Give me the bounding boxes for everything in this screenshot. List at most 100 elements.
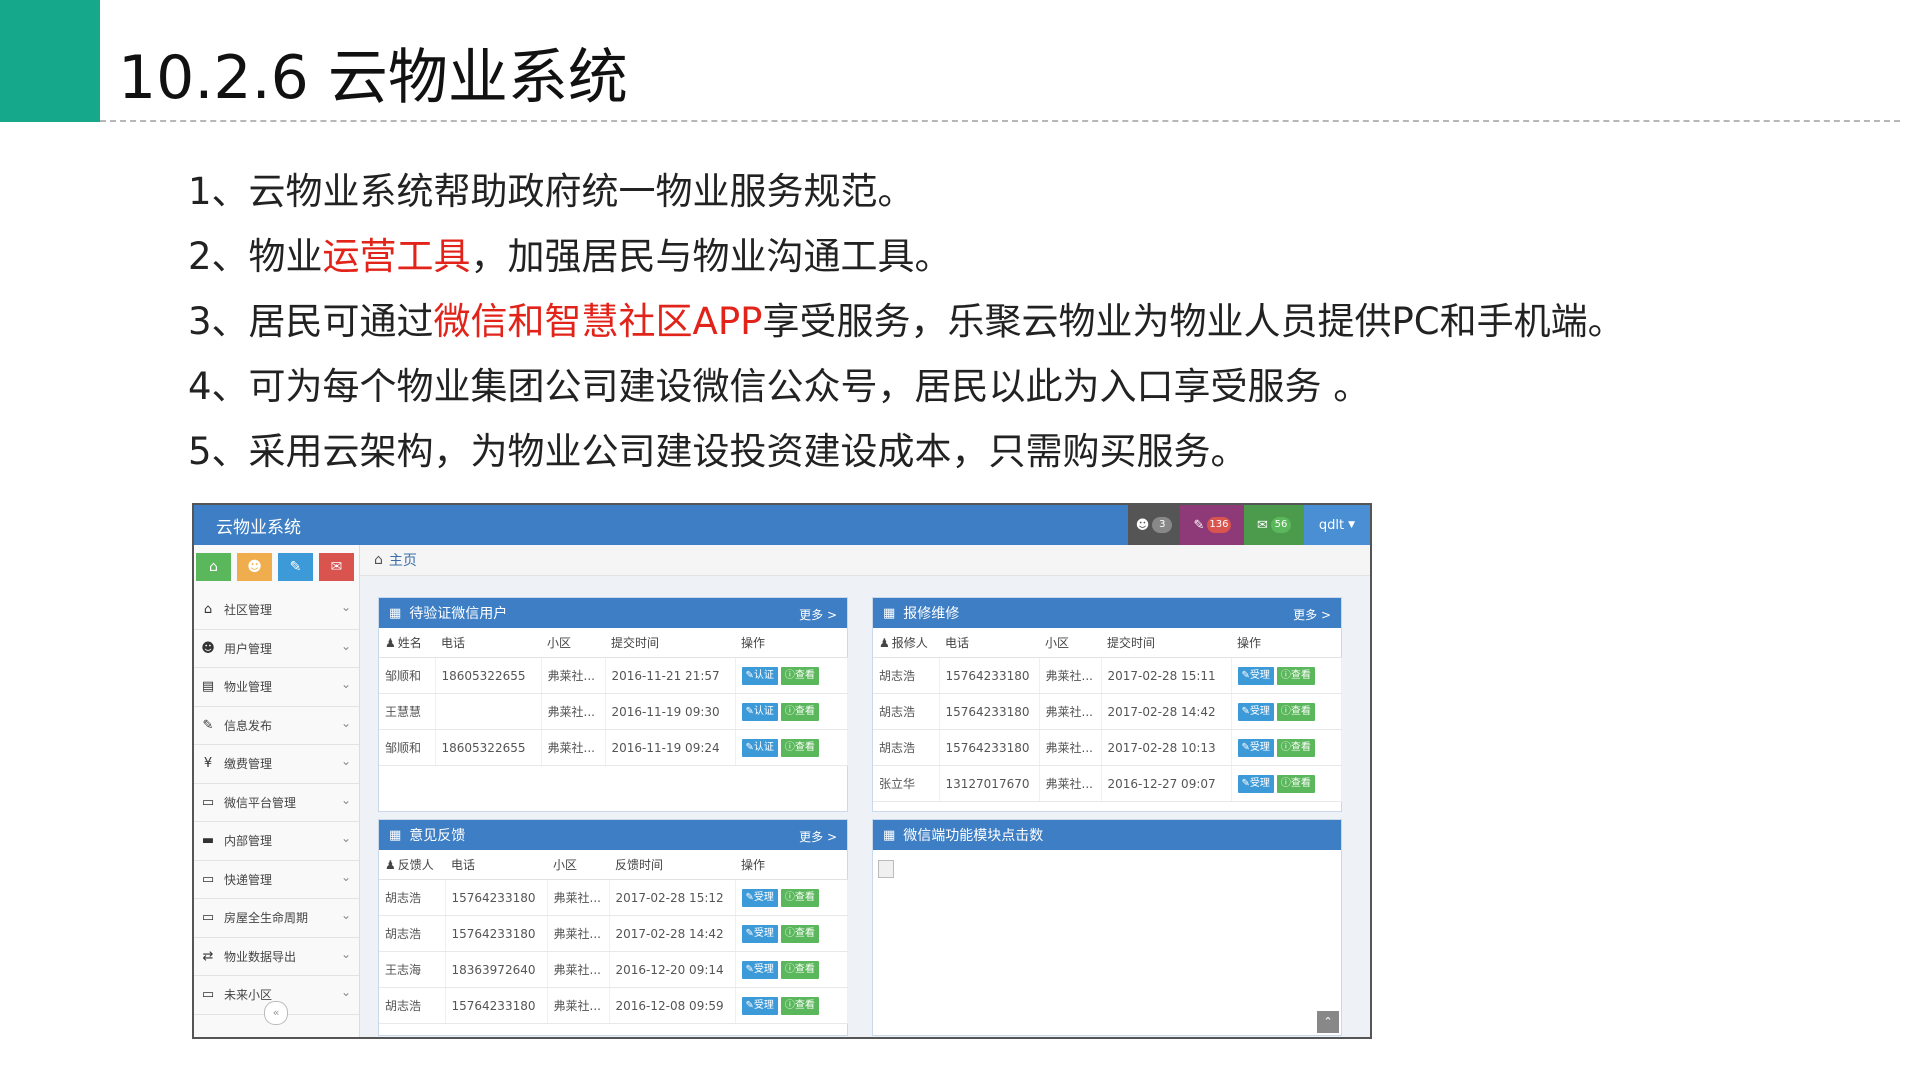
column-header: 小区 [541,628,605,658]
cell-phone: 15764233180 [939,657,1040,694]
row-view-button[interactable]: ⓘ查看 [780,924,819,943]
cell-area: 弗莱社... [1039,693,1102,730]
table-icon: ▦ [389,827,402,843]
wechat-users-panel-title: 待验证微信用户 [409,606,508,622]
info-icon: ⓘ [1280,741,1291,753]
cell-phone: 18605322655 [435,657,542,694]
sidebar-item[interactable]: ▤ 物业管理 ⌄ [194,668,359,707]
sidebar-item[interactable]: ▭ 房屋全生命周期 ⌄ [194,899,359,938]
sidebar-item[interactable]: ▭ 微信平台管理 ⌄ [194,784,359,822]
sidebar-item[interactable]: ▭ 快递管理 ⌄ [194,861,359,899]
row-action-button[interactable]: ✎认证 [741,666,778,685]
shortcut-home-button[interactable]: ⌂ [196,553,231,581]
table-header-row: ♟ 反馈人 电话 小区 反馈时间 操作 [379,850,847,880]
cell-name: 胡志浩 [379,915,446,952]
shortcut-wrench-button[interactable]: ✎ [278,553,313,581]
row-view-button[interactable]: ⓘ查看 [780,888,819,907]
breadcrumb: ⌂ 主页 [360,545,1370,576]
user-menu-button[interactable]: qdlt ▼ [1304,505,1370,545]
row-action-button[interactable]: ✎认证 [741,702,778,721]
column-header: 电话 [435,628,541,658]
row-view-button[interactable]: ⓘ查看 [780,960,819,979]
sidebar-item-label: 物业管理 [224,680,273,695]
cell-actions: ✎受理 ⓘ查看 [735,951,848,988]
row-action-button[interactable]: ✎受理 [1237,702,1274,721]
sidebar-item[interactable]: ¥ 缴费管理 ⌄ [194,745,359,784]
row-view-button[interactable]: ⓘ查看 [780,738,819,757]
breadcrumb-home[interactable]: 主页 [389,550,417,570]
chevron-down-icon: ⌄ [340,677,351,691]
feedback-panel-title: 意见反馈 [409,828,466,844]
cell-time: 2016-12-27 09:07 [1101,765,1232,802]
row-view-button[interactable]: ⓘ查看 [780,996,819,1015]
mail-button[interactable]: ✉ 56 [1244,505,1304,545]
wechat-clicks-panel-title: 微信端功能模块点击数 [903,828,1044,844]
info-icon: ⓘ [784,705,795,717]
sidebar-item[interactable]: ✎ 信息发布 ⌄ [194,707,359,745]
column-header: ♟ 姓名 [379,628,435,658]
cell-time: 2017-02-28 14:42 [1101,693,1232,730]
feedback-table: ♟ 反馈人 电话 小区 反馈时间 操作 胡志浩 15764233180 弗莱社... 2017-0… [379,850,848,1024]
column-header: 反馈时间 [609,850,735,880]
pencil-icon: ✎ [1241,669,1250,681]
cell-time: 2016-12-20 09:14 [609,951,736,988]
title-divider [100,120,1900,122]
chevron-down-icon: ⌄ [340,908,351,922]
row-view-button[interactable]: ⓘ查看 [1276,738,1315,757]
wechat-users-more-link[interactable]: 更多 > [799,606,837,623]
table-row: 邹顺和 18605322655 弗莱社... 2016-11-19 09:24 ✎认证 ⓘ… [379,729,848,766]
tasks-button[interactable]: ✎ 136 [1180,505,1244,545]
sidebar-shortcuts: ⌂ ☻ ✎ ✉ [196,553,354,581]
row-view-button[interactable]: ⓘ查看 [1276,666,1315,685]
table-header-row: ♟ 姓名 电话 小区 提交时间 操作 [379,628,847,658]
row-action-button[interactable]: ✎受理 [741,960,778,979]
sidebar-item-label: 物业数据导出 [224,949,297,964]
home-icon: ⌂ [203,602,213,618]
cell-actions: ✎认证 ⓘ查看 [735,657,848,694]
cell-actions: ✎受理 ⓘ查看 [1231,657,1342,694]
repair-more-link[interactable]: 更多 > [1293,606,1331,623]
pencil-icon: ✎ [745,741,754,753]
sidebar-item[interactable]: ⇄ 物业数据导出 ⌄ [194,938,359,976]
repair-panel-title: 报修维修 [903,606,960,622]
cell-area: 弗莱社... [1039,765,1102,802]
shortcut-users-button[interactable]: ☻ [237,553,272,581]
users-badge: 3 [1152,517,1173,533]
sidebar-collapse-button[interactable]: « [264,1001,288,1025]
chevron-down-icon: ⌄ [340,985,351,999]
pencil-icon: ✎ [1241,777,1250,789]
edit-icon: ✎ [202,717,214,733]
row-view-button[interactable]: ⓘ查看 [780,702,819,721]
shortcut-mail-button[interactable]: ✉ [319,553,354,581]
row-action-button[interactable]: ✎受理 [741,996,778,1015]
row-action-button[interactable]: ✎受理 [1237,738,1274,757]
cell-time: 2016-11-21 21:57 [605,657,736,694]
column-header: ♟ 反馈人 [379,850,445,880]
row-action-button[interactable]: ✎认证 [741,738,778,757]
scroll-top-button[interactable]: ⌃ [1317,1011,1339,1033]
sidebar-item[interactable]: ⌂ 社区管理 ⌄ [194,591,359,630]
chevron-down-icon: ⌄ [340,754,351,768]
row-view-button[interactable]: ⓘ查看 [1276,774,1315,793]
row-action-button[interactable]: ✎受理 [1237,666,1274,685]
column-header: ♟ 报修人 [873,628,939,658]
cell-actions: ✎受理 ⓘ查看 [1231,729,1342,766]
row-action-button[interactable]: ✎受理 [1237,774,1274,793]
table-icon: ▦ [883,827,896,843]
row-action-button[interactable]: ✎受理 [741,924,778,943]
sidebar-item[interactable]: ▬ 内部管理 ⌄ [194,822,359,861]
cell-phone: 15764233180 [445,987,548,1024]
row-view-button[interactable]: ⓘ查看 [1276,702,1315,721]
table-row: 王慧慧 弗莱社... 2016-11-19 09:30 ✎认证 ⓘ查看 [379,693,848,730]
feedback-more-link[interactable]: 更多 > [799,828,837,845]
users-button[interactable]: ☻ 3 [1128,505,1180,545]
row-action-button[interactable]: ✎受理 [741,888,778,907]
cell-name: 胡志浩 [873,693,940,730]
sidebar-item[interactable]: ☻ 用户管理 ⌄ [194,630,359,668]
cell-time: 2017-02-28 10:13 [1101,729,1232,766]
bullet-point-3: 3、居民可通过微信和智慧社区APP享受服务，乐聚云物业为物业人员提供PC和手机端… [188,300,1625,343]
table-row: 邹顺和 18605322655 弗莱社... 2016-11-21 21:57 ✎认证 ⓘ… [379,657,848,694]
row-view-button[interactable]: ⓘ查看 [780,666,819,685]
envelope-icon: ✉ [330,559,343,575]
info-icon: ⓘ [1280,669,1291,681]
